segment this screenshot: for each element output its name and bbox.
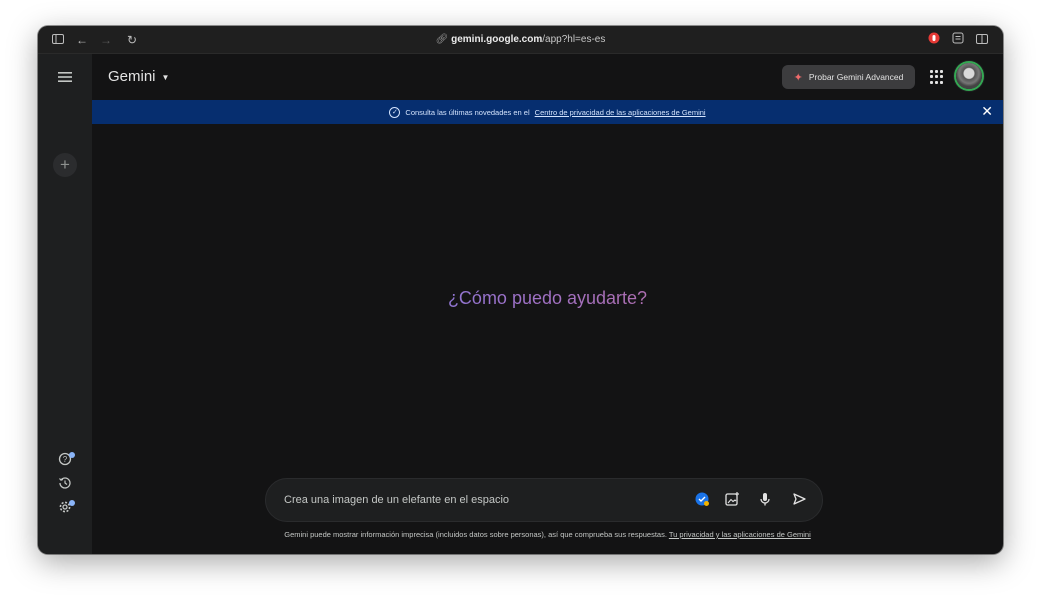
close-icon[interactable]: ✕	[981, 104, 993, 118]
address-bar[interactable]: 🔗︎ gemini.google.com/app?hl=es-es	[38, 34, 1003, 45]
model-selector[interactable]: Gemini ▼	[108, 68, 169, 85]
activity-history-icon[interactable]	[56, 476, 74, 494]
chevron-down-icon: ▼	[161, 72, 170, 82]
prompt-input-bar[interactable]: Crea una imagen de un elefante en el esp…	[265, 478, 823, 522]
sparkle-icon: ✦	[793, 71, 803, 84]
browser-toolbar: ← → ↻ 🔗︎ gemini.google.com/app?hl=es-es	[38, 26, 1003, 54]
browser-window: ← → ↻ 🔗︎ gemini.google.com/app?hl=es-es …	[38, 26, 1003, 554]
link-icon: 🔗︎	[435, 34, 452, 45]
advanced-button-label: Probar Gemini Advanced	[808, 72, 904, 82]
image-upload-icon[interactable]	[722, 491, 742, 511]
try-advanced-button[interactable]: ✦ Probar Gemini Advanced	[782, 65, 915, 89]
banner-text: Consulta las últimas novedades en el	[405, 107, 530, 117]
svg-text:?: ?	[63, 455, 68, 464]
send-icon[interactable]	[789, 491, 809, 511]
split-view-icon[interactable]	[974, 32, 990, 48]
url-domain: gemini.google.com	[451, 34, 543, 45]
app-header: Gemini ▼ ✦ Probar Gemini Advanced	[92, 54, 1003, 100]
settings-notification-dot	[69, 500, 75, 506]
apps-grid-icon[interactable]	[930, 70, 944, 84]
sidebar: + ?	[38, 54, 92, 554]
help-notification-dot	[69, 452, 75, 458]
privacy-banner: ✓ Consulta las últimas novedades en el C…	[92, 100, 1003, 124]
greeting: ¿Cómo puedo ayudarte?	[92, 288, 1003, 309]
privacy-center-link[interactable]: Centro de privacidad de las aplicaciones…	[535, 108, 706, 117]
prompt-placeholder[interactable]: Crea una imagen de un elefante en el esp…	[284, 494, 509, 506]
disclaimer: Gemini puede mostrar información impreci…	[92, 530, 1003, 539]
reader-icon[interactable]	[950, 32, 966, 48]
microphone-icon[interactable]	[755, 491, 775, 511]
extension-icon[interactable]	[926, 32, 942, 48]
avatar[interactable]	[956, 63, 982, 89]
brand-title: Gemini	[108, 68, 156, 85]
url-path: /app?hl=es-es	[542, 34, 606, 45]
privacy-link[interactable]: Tu privacidad y las aplicaciones de Gemi…	[669, 530, 811, 539]
check-circle-icon: ✓	[389, 106, 401, 118]
gemini-extension-icon[interactable]	[692, 491, 712, 511]
new-chat-button[interactable]: +	[53, 153, 77, 177]
greeting-text: ¿Cómo puedo ayudarte?	[447, 288, 648, 308]
disclaimer-text: Gemini puede mostrar información impreci…	[284, 530, 667, 539]
menu-icon[interactable]	[56, 70, 74, 88]
